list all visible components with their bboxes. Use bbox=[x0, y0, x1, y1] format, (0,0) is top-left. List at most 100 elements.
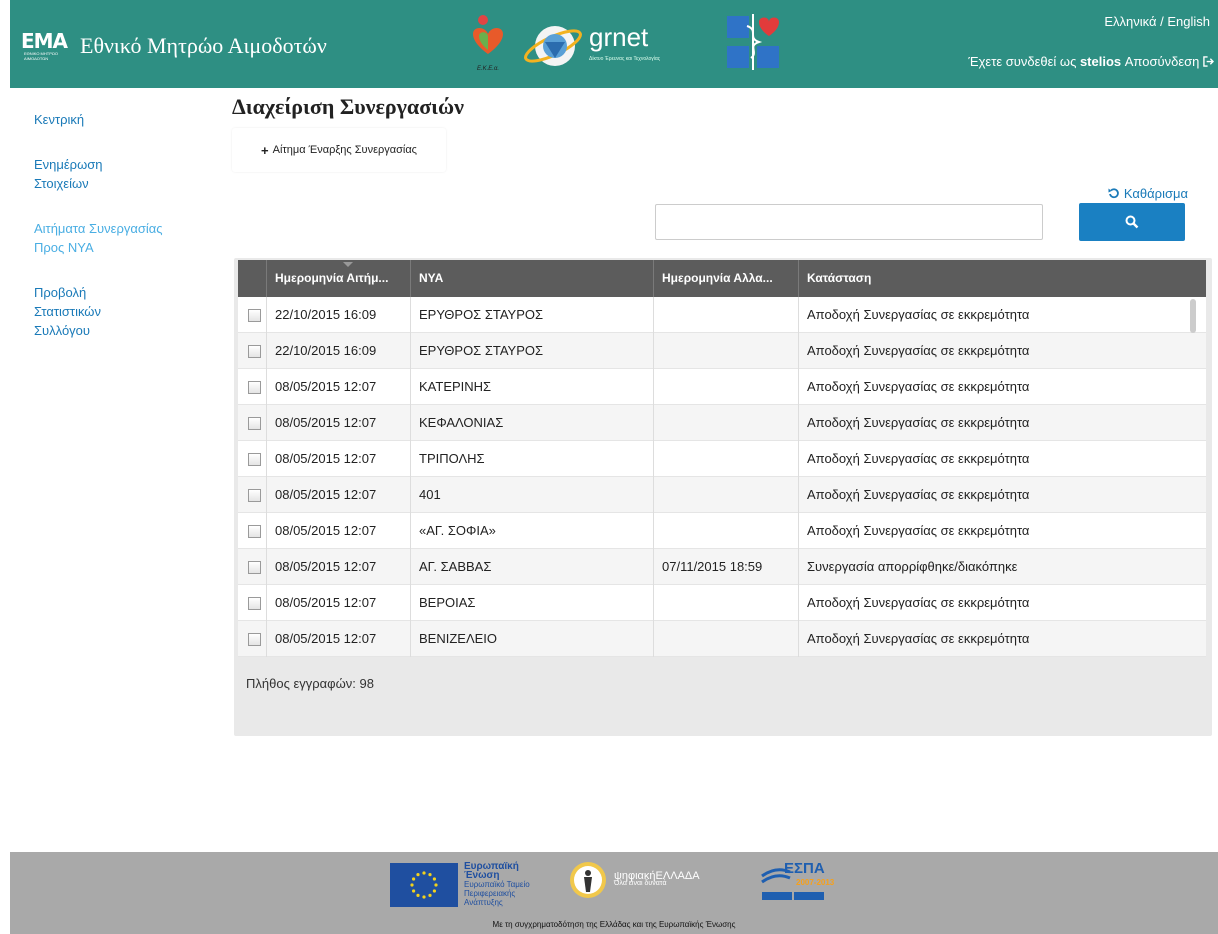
table-row[interactable]: 08/05/2015 12:07 ΑΓ. ΣΑΒΒΑΣ 07/11/2015 18:… bbox=[238, 549, 1206, 585]
row-checkbox[interactable] bbox=[248, 381, 261, 394]
cell-nya: ΕΡΥΘΡΟΣ ΣΤΑΥΡΟΣ bbox=[411, 333, 654, 369]
cell-change-date bbox=[654, 333, 799, 369]
logout-link[interactable]: Αποσύνδεση bbox=[1125, 54, 1215, 69]
cell-nya: ΒΕΡΟΙΑΣ bbox=[411, 585, 654, 621]
table-row[interactable]: 08/05/2015 12:07 ΚΕΦΑΛΟΝΙΑΣ Αποδοχή Συνεργ… bbox=[238, 405, 1206, 441]
login-username: stelios bbox=[1079, 54, 1122, 69]
cell-request-date: 08/05/2015 12:07 bbox=[267, 621, 411, 657]
lang-greek-link[interactable]: Ελληνικά bbox=[1104, 14, 1156, 29]
search-input[interactable] bbox=[655, 204, 1043, 240]
column-header-request-date[interactable]: Ημερομηνία Αιτήμ... bbox=[267, 260, 411, 297]
digital-greece-icon bbox=[570, 862, 606, 898]
cell-request-date: 08/05/2015 12:07 bbox=[267, 513, 411, 549]
logo-abbr: EMA bbox=[20, 29, 68, 53]
cell-nya: ΕΡΥΘΡΟΣ ΣΤΑΥΡΟΣ bbox=[411, 297, 654, 333]
row-checkbox[interactable] bbox=[248, 489, 261, 502]
login-prefix: Έχετε συνδεθεί ως bbox=[968, 54, 1080, 69]
sidebar-item-statistics[interactable]: Προβολή Στατιστικών Συλλόγου bbox=[34, 283, 114, 340]
grnet-subtext: Δίκτυο Έρευνας και Τεχνολογίας bbox=[589, 56, 661, 62]
row-checkbox[interactable] bbox=[248, 309, 261, 322]
row-checkbox[interactable] bbox=[248, 453, 261, 466]
row-select-cell bbox=[238, 369, 267, 405]
row-checkbox[interactable] bbox=[248, 525, 261, 538]
table-row[interactable]: 08/05/2015 12:07 ΤΡΙΠΟΛΗΣ Αποδοχή Συνεργασ… bbox=[238, 441, 1206, 477]
sort-indicator-icon bbox=[343, 262, 353, 267]
cell-status: Αποδοχή Συνεργασίας σε εκκρεμότητα bbox=[807, 307, 1030, 322]
cell-change-date bbox=[654, 441, 799, 477]
cell-change-date: 07/11/2015 18:59 bbox=[654, 549, 799, 585]
cell-request-date: 08/05/2015 12:07 bbox=[267, 441, 411, 477]
table-row[interactable]: 08/05/2015 12:07 ΒΕΝΙΖΕΛΕΙΟ Αποδοχή Συνεργ… bbox=[238, 621, 1206, 657]
table-row[interactable]: 08/05/2015 12:07 401 Αποδοχή Συνεργασίας σ… bbox=[238, 477, 1206, 513]
grnet-text: grnet bbox=[589, 22, 649, 52]
medical-cross-icon bbox=[727, 14, 779, 70]
column-header-select bbox=[238, 260, 267, 297]
cell-request-date: 08/05/2015 12:07 bbox=[267, 369, 411, 405]
espa-title: ΕΣΠΑ bbox=[784, 860, 825, 877]
cell-change-date bbox=[654, 585, 799, 621]
row-checkbox[interactable] bbox=[248, 597, 261, 610]
column-header-label: Ημερομηνία Αιτήμ... bbox=[275, 271, 389, 285]
medical-cross-logo bbox=[727, 12, 783, 72]
espa-logo: ΕΣΠΑ 2007-2013 bbox=[760, 860, 840, 906]
plus-icon: + bbox=[261, 142, 269, 158]
row-checkbox[interactable] bbox=[248, 633, 261, 646]
grnet-logo: grnet Δίκτυο Έρευνας και Τεχνολογίας bbox=[519, 12, 709, 72]
row-checkbox[interactable] bbox=[248, 561, 261, 574]
cell-change-date bbox=[654, 405, 799, 441]
table-row[interactable]: 08/05/2015 12:07 «ΑΓ. ΣΟΦΙΑ» Αποδοχή Συνερ… bbox=[238, 513, 1206, 549]
eu-logo-block: Ευρωπαϊκή Ένωση Ευρωπαϊκό Ταμείο Περιφερ… bbox=[390, 862, 544, 907]
login-status: Έχετε συνδεθεί ως stelios Αποσύνδεση bbox=[968, 54, 1215, 69]
table-row[interactable]: 08/05/2015 12:07 ΒΕΡΟΙΑΣ Αποδοχή Συνεργασί… bbox=[238, 585, 1206, 621]
cell-status: Αποδοχή Συνεργασίας σε εκκρεμότητα bbox=[807, 523, 1030, 538]
lang-english-link[interactable]: English bbox=[1167, 14, 1210, 29]
funding-logos: Ευρωπαϊκή Ένωση Ευρωπαϊκό Ταμείο Περιφερ… bbox=[390, 860, 840, 907]
sidebar-item-update-info[interactable]: Ενημέρωση Στοιχείων bbox=[34, 155, 114, 193]
partner-logos: Ε.Κ.Ε.α. grnet Δίκτυο Έρευνας και Τεχνολ… bbox=[465, 12, 783, 72]
row-checkbox[interactable] bbox=[248, 417, 261, 430]
cell-status: Αποδοχή Συνεργασίας σε εκκρεμότητα bbox=[807, 415, 1030, 430]
column-header-status[interactable]: Κατάσταση bbox=[799, 260, 1206, 297]
search-button[interactable] bbox=[1079, 203, 1185, 241]
table-row[interactable]: 22/10/2015 16:09 ΕΡΥΘΡΟΣ ΣΤΑΥΡΟΣ Αποδοχή Σ… bbox=[238, 297, 1206, 333]
clear-filters-link[interactable]: Καθάρισμα bbox=[1108, 186, 1188, 201]
cell-nya: 401 bbox=[411, 477, 654, 513]
column-header-nya[interactable]: ΝΥΑ bbox=[411, 260, 654, 297]
eu-flag-icon bbox=[390, 862, 458, 907]
cell-status: Αποδοχή Συνεργασίας σε εκκρεμότητα bbox=[807, 343, 1030, 358]
site-title: Εθνικό Μητρώο Αιμοδοτών bbox=[80, 33, 327, 58]
row-select-cell bbox=[238, 477, 267, 513]
row-select-cell bbox=[238, 441, 267, 477]
refresh-icon bbox=[1108, 188, 1120, 199]
grid-header: Ημερομηνία Αιτήμ... ΝΥΑ Ημερομηνία Αλλα.… bbox=[238, 260, 1206, 297]
table-row[interactable]: 22/10/2015 16:09 ΕΡΥΘΡΟΣ ΣΤΑΥΡΟΣ Αποδοχή Σ… bbox=[238, 333, 1206, 369]
cell-request-date: 08/05/2015 12:07 bbox=[267, 585, 411, 621]
cell-request-date: 08/05/2015 12:07 bbox=[267, 477, 411, 513]
cell-nya: ΒΕΝΙΖΕΛΕΙΟ bbox=[411, 621, 654, 657]
ekea-heart-icon bbox=[473, 15, 503, 54]
row-checkbox[interactable] bbox=[248, 345, 261, 358]
cell-status: Αποδοχή Συνεργασίας σε εκκρεμότητα bbox=[807, 451, 1030, 466]
record-count: Πλήθος εγγραφών: 98 bbox=[246, 676, 374, 691]
sidebar-item-home[interactable]: Κεντρική bbox=[34, 110, 114, 129]
cooperation-grid: Ημερομηνία Αιτήμ... ΝΥΑ Ημερομηνία Αλλα.… bbox=[234, 258, 1212, 736]
cell-change-date bbox=[654, 513, 799, 549]
column-header-change-date[interactable]: Ημερομηνία Αλλα... bbox=[654, 260, 799, 297]
ekea-text: Ε.Κ.Ε.α. bbox=[476, 66, 500, 72]
row-select-cell bbox=[238, 513, 267, 549]
grid-body: 22/10/2015 16:09 ΕΡΥΘΡΟΣ ΣΤΑΥΡΟΣ Αποδοχή Σ… bbox=[238, 297, 1206, 657]
row-select-cell bbox=[238, 549, 267, 585]
eu-subtitle: Ευρωπαϊκό Ταμείο Περιφερειακής Ανάπτυξης bbox=[464, 880, 530, 907]
search-icon bbox=[1125, 215, 1139, 229]
cell-status: Αποδοχή Συνεργασίας σε εκκρεμότητα bbox=[807, 595, 1030, 610]
eu-text: Ευρωπαϊκή Ένωση Ευρωπαϊκό Ταμείο Περιφερ… bbox=[464, 861, 544, 908]
new-cooperation-request-label: Αίτημα Έναρξης Συνεργασίας bbox=[272, 144, 417, 156]
brand[interactable]: EMA ΕΘΝΙΚΟ ΜΗΤΡΩΟ ΑΙΜΟΔΟΤΩΝ Εθνικό Μητρώ… bbox=[20, 24, 327, 68]
grid-scrollbar[interactable] bbox=[1190, 299, 1196, 333]
sidebar-item-cooperation-requests[interactable]: Αιτήματα Συνεργασίας Προς ΝΥΑ bbox=[34, 219, 174, 257]
new-cooperation-request-button[interactable]: + Αίτημα Έναρξης Συνεργασίας bbox=[232, 128, 446, 172]
row-select-cell bbox=[238, 621, 267, 657]
eu-title: Ευρωπαϊκή Ένωση bbox=[464, 861, 519, 881]
table-row[interactable]: 08/05/2015 12:07 ΚΑΤΕΡΙΝΗΣ Αποδοχή Συνεργα… bbox=[238, 369, 1206, 405]
logo-tiny-text: ΕΘΝΙΚΟ ΜΗΤΡΩΟ ΑΙΜΟΔΟΤΩΝ bbox=[24, 51, 58, 61]
